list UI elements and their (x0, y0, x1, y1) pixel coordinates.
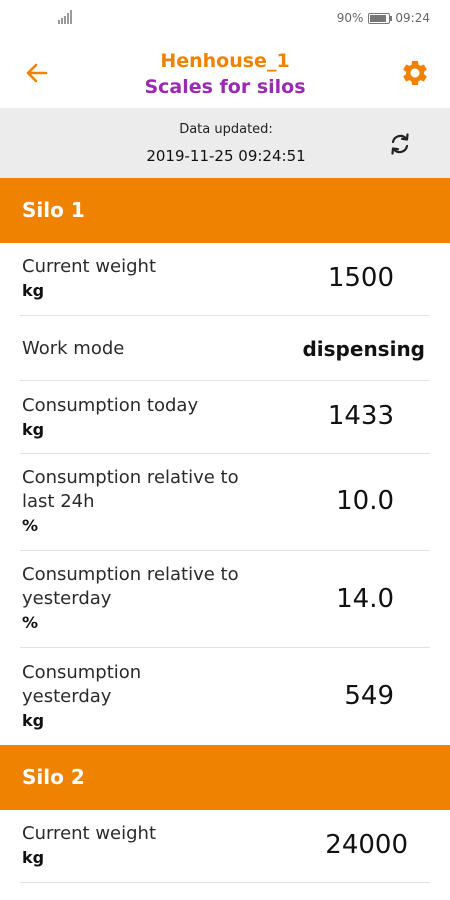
silo-header: Silo 1 (0, 178, 450, 243)
row-label-text: Consumption relative to last 24h (22, 467, 239, 512)
page-title: Henhouse_1 (160, 50, 290, 72)
row-label: Current weight kg (22, 822, 262, 870)
row-value: 1433 (327, 401, 394, 431)
row-label-text: Consumption today (22, 395, 199, 416)
page-subtitle: Scales for silos (144, 76, 306, 98)
data-updated-label: Data updated: (179, 122, 273, 137)
row-unit: kg (22, 420, 45, 439)
row-label-text: Work mode (22, 338, 125, 359)
row-label: Consumption relative to last 24h % (22, 466, 262, 538)
row-value: 10.0 (336, 486, 394, 516)
settings-button[interactable] (400, 58, 430, 88)
silo-title: Silo 1 (22, 198, 85, 222)
battery-icon (368, 12, 393, 24)
row-unit: kg (22, 281, 45, 300)
row-label-text: Current weight (22, 823, 157, 844)
row-label-text: Current weight (22, 256, 157, 277)
row-label-text: Consumption relative to yesterday (22, 564, 239, 609)
list-item: Current weight kg 1500 (20, 243, 430, 316)
row-value: 549 (344, 681, 394, 711)
row-unit: kg (22, 848, 45, 867)
row-value: 14.0 (336, 584, 394, 614)
status-bar: 90% 09:24 (0, 0, 450, 38)
row-label: Current weight kg (22, 255, 262, 303)
list-item: Consumption relative to last 24h % 10.0 (20, 454, 430, 551)
data-updated-datetime: 2019-11-25 09:24:51 (146, 147, 306, 165)
list-item: Consumption yesterday kg 549 (20, 648, 430, 745)
status-right: 90% 09:24 (337, 11, 430, 25)
refresh-icon (391, 133, 409, 155)
list-item: Consumption today kg 1433 (20, 381, 430, 454)
data-updated-bar: Data updated: 2019-11-25 09:24:51 (0, 108, 450, 178)
app-header: Henhouse_1 Scales for silos (0, 38, 450, 108)
gear-icon (403, 60, 427, 85)
divider (20, 882, 430, 883)
signal-icon (58, 10, 72, 24)
row-value: 24000 (325, 830, 408, 860)
row-unit: % (22, 516, 39, 535)
refresh-button[interactable] (386, 130, 414, 158)
silo-header: Silo 2 (0, 745, 450, 810)
silo-title: Silo 2 (22, 765, 85, 789)
row-value: dispensing (302, 337, 425, 361)
row-label: Consumption today kg (22, 394, 262, 442)
row-unit: % (22, 613, 39, 632)
list-item: Current weight kg 24000 (20, 810, 430, 883)
row-unit: kg (22, 711, 45, 730)
row-label-text: Consumption yesterday (22, 662, 142, 707)
row-label: Work mode (22, 337, 262, 361)
row-value: 1500 (327, 263, 394, 293)
row-label: Consumption yesterday kg (22, 661, 222, 733)
battery-percent: 90% (336, 11, 364, 25)
list-item: Work mode dispensing (20, 316, 430, 381)
clock: 09:24 (395, 11, 430, 25)
row-label: Consumption relative to yesterday % (22, 563, 262, 635)
list-item: Consumption relative to yesterday % 14.0 (20, 551, 430, 648)
